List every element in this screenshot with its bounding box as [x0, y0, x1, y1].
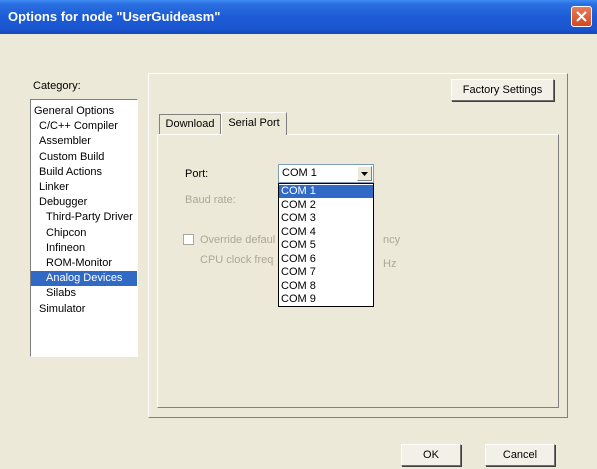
category-item[interactable]: Debugger [39, 195, 91, 210]
tab-serial-port[interactable]: Serial Port [221, 112, 287, 135]
port-option[interactable]: COM 8 [279, 280, 373, 293]
category-item[interactable]: Silabs [46, 286, 80, 301]
port-label: Port: [185, 168, 209, 180]
cpu-clock-unit: Hz [383, 258, 397, 270]
factory-settings-button[interactable]: Factory Settings [451, 79, 554, 101]
override-label: Override defaul [200, 234, 276, 246]
port-option[interactable]: COM 4 [279, 226, 373, 239]
close-icon [576, 11, 587, 22]
port-option[interactable]: COM 3 [279, 212, 373, 225]
tab-download[interactable]: Download [159, 114, 221, 135]
port-option[interactable]: COM 7 [279, 266, 373, 279]
port-option[interactable]: COM 1 [279, 185, 373, 198]
category-item[interactable]: Assembler [39, 134, 95, 149]
category-item[interactable]: Analog Devices [31, 271, 137, 287]
category-item[interactable]: Linker [39, 180, 73, 195]
port-select[interactable]: COM 1 [278, 164, 374, 183]
category-item[interactable]: Custom Build [39, 150, 108, 165]
port-dropdown-list[interactable]: COM 1 COM 2 COM 3 COM 4 COM 5 COM 6 COM 7 COM 8… [278, 183, 374, 307]
category-item[interactable]: C/C++ Compiler [39, 119, 122, 134]
category-item[interactable]: Chipcon [46, 226, 90, 241]
category-label: Category: [33, 80, 81, 92]
port-option[interactable]: COM 5 [279, 239, 373, 252]
cpu-clock-label: CPU clock freq [200, 254, 274, 266]
close-button[interactable] [571, 6, 592, 27]
title-bar[interactable]: Options for node "UserGuideasm" [0, 0, 597, 34]
baud-rate-label: Baud rate: [185, 194, 236, 206]
port-selected-value: COM 1 [282, 167, 317, 179]
port-option[interactable]: COM 6 [279, 253, 373, 266]
category-item[interactable]: Build Actions [39, 165, 106, 180]
category-item[interactable]: Simulator [39, 302, 89, 317]
port-option[interactable]: COM 9 [279, 293, 373, 306]
port-option[interactable]: COM 2 [279, 199, 373, 212]
override-checkbox[interactable] [183, 234, 194, 245]
chevron-down-icon [361, 172, 368, 176]
category-item[interactable]: Third-Party Driver [46, 210, 137, 225]
category-list[interactable]: General Options C/C++ Compiler Assembler Cu… [30, 99, 138, 357]
category-item[interactable]: General Options [34, 104, 118, 119]
ok-button[interactable]: OK [401, 444, 461, 466]
category-item[interactable]: Infineon [46, 241, 89, 256]
cancel-button[interactable]: Cancel [485, 444, 555, 466]
override-label-tail: ncy [383, 234, 401, 246]
dropdown-arrow-button[interactable] [357, 166, 372, 181]
window-title: Options for node "UserGuideasm" [8, 9, 221, 24]
category-item[interactable]: ROM-Monitor [46, 256, 116, 271]
